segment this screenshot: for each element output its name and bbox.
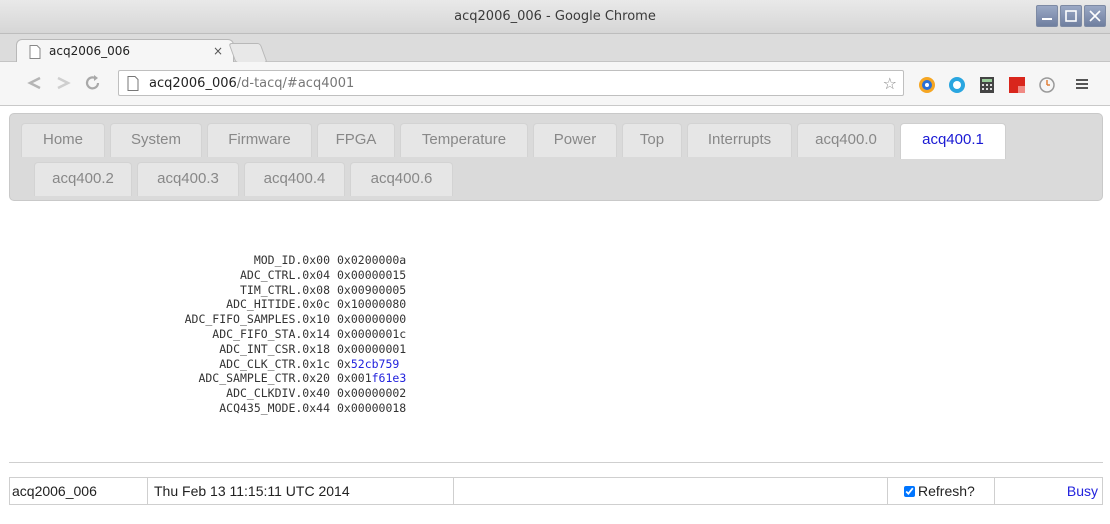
status-host: acq2006_006 xyxy=(10,478,148,504)
tab-acq400-2[interactable]: acq400.2 xyxy=(34,162,132,196)
refresh-checkbox[interactable] xyxy=(904,486,915,497)
register-name: TIM_CTRL.0x08 xyxy=(239,282,330,297)
register-value: 0x00000018 xyxy=(337,400,407,415)
minimize-icon xyxy=(1042,18,1052,20)
window-titlebar: acq2006_006 - Google Chrome xyxy=(0,0,1110,34)
address-bar[interactable]: acq2006_006/d-tacq/#acq4001 ☆ xyxy=(118,70,904,96)
status-datetime: Thu Feb 13 11:15:11 UTC 2014 xyxy=(148,478,454,504)
status-bar: acq2006_006 Thu Feb 13 11:15:11 UTC 2014… xyxy=(9,477,1103,505)
status-message xyxy=(454,478,888,504)
register-value: 0x0000001c xyxy=(337,326,407,341)
url-path: /d-tacq/#acq4001 xyxy=(236,76,355,91)
browser-toolbar: acq2006_006/d-tacq/#acq4001 ☆ xyxy=(0,62,1110,106)
browser-tab-strip: acq2006_006 × xyxy=(0,34,1110,63)
tab-firmware[interactable]: Firmware xyxy=(207,123,312,157)
maximize-button[interactable] xyxy=(1060,5,1082,27)
register-name: ADC_INT_CSR.0x18 xyxy=(219,341,330,356)
register-value: 0x52cb759 xyxy=(337,356,400,371)
register-name: MOD_ID.0x00 xyxy=(253,253,330,267)
minimize-button[interactable] xyxy=(1036,5,1058,27)
register-row: ADC_FIFO_SAMPLES.0x10 0x00000000 xyxy=(130,312,407,327)
register-name: ADC_CLK_CTR.0x1c xyxy=(219,356,330,371)
register-row: ACQ435_MODE.0x44 0x00000018 xyxy=(130,401,406,416)
register-value: 0x10000080 xyxy=(337,297,407,312)
register-value: 0x001f61e3 xyxy=(337,371,407,386)
register-row: ADC_INT_CSR.0x18 0x00000001 xyxy=(130,342,406,357)
tab-fpga[interactable]: FPGA xyxy=(317,123,395,157)
register-name: ADC_HITIDE.0x0c xyxy=(226,297,330,312)
register-row: ADC_CLK_CTR.0x1c 0x52cb759 xyxy=(130,357,406,372)
close-icon xyxy=(1089,10,1101,22)
refresh-label: Refresh? xyxy=(918,483,975,499)
register-row: ADC_FIFO_STA.0x14 0x0000001c xyxy=(130,327,406,342)
tab-top[interactable]: Top xyxy=(622,123,682,157)
register-row: ADC_HITIDE.0x0c 0x10000080 xyxy=(130,297,406,312)
forward-icon[interactable] xyxy=(54,74,74,92)
nav-tabs-bar: Home System Firmware FPGA Temperature Po… xyxy=(9,113,1103,201)
browser-tab-title: acq2006_006 xyxy=(49,44,131,58)
busy-indicator: Busy xyxy=(1066,483,1098,499)
tab-home[interactable]: Home xyxy=(21,123,105,157)
calculator-icon[interactable] xyxy=(978,76,996,94)
tab-system[interactable]: System xyxy=(110,123,202,157)
url-text: acq2006_006/d-tacq/#acq4001 xyxy=(149,76,354,91)
register-value: 0x00000015 xyxy=(337,267,407,282)
register-name: ADC_SAMPLE_CTR.0x20 xyxy=(198,371,330,386)
content-divider xyxy=(9,462,1103,463)
window-controls xyxy=(1036,5,1106,27)
timer-icon[interactable] xyxy=(1038,76,1056,94)
tab-acq400-4[interactable]: acq400.4 xyxy=(244,162,345,196)
register-row: ADC_CTRL.0x04 0x00000015 xyxy=(130,268,406,283)
tab-interrupts[interactable]: Interrupts xyxy=(687,123,792,157)
menu-icon[interactable] xyxy=(1074,76,1090,92)
refresh-toggle[interactable]: Refresh? xyxy=(888,478,995,504)
register-row: MOD_ID.0x00 0x0200000a xyxy=(130,253,406,268)
extension-skype-icon[interactable] xyxy=(948,76,966,94)
page-icon xyxy=(29,45,41,59)
register-name: ADC_CTRL.0x04 xyxy=(239,267,330,282)
register-value: 0x0200000a xyxy=(337,253,407,267)
tab-acq400-6[interactable]: acq400.6 xyxy=(350,162,453,196)
extension-red-icon[interactable] xyxy=(1008,76,1026,94)
register-name: ADC_FIFO_SAMPLES.0x10 xyxy=(184,312,330,327)
tab-close-icon[interactable]: × xyxy=(213,44,223,58)
bookmark-star-icon[interactable]: ☆ xyxy=(883,74,897,93)
register-name: ADC_CLKDIV.0x40 xyxy=(226,386,330,401)
register-value: 0x00900005 xyxy=(337,282,407,297)
register-row: ADC_SAMPLE_CTR.0x20 0x001f61e3 xyxy=(130,371,406,386)
tab-acq400-3[interactable]: acq400.3 xyxy=(137,162,239,196)
register-name: ACQ435_MODE.0x44 xyxy=(219,400,330,415)
reload-icon[interactable] xyxy=(84,74,102,92)
page-icon xyxy=(127,76,139,91)
window-title: acq2006_006 - Google Chrome xyxy=(454,9,656,24)
register-value: 0x00000000 xyxy=(337,312,407,327)
maximize-icon xyxy=(1065,10,1077,22)
extension-clock-icon[interactable] xyxy=(918,76,936,94)
page-content: Home System Firmware FPGA Temperature Po… xyxy=(0,106,1110,524)
tab-acq400-1[interactable]: acq400.1 xyxy=(900,123,1006,159)
browser-tab[interactable]: acq2006_006 × xyxy=(16,39,234,63)
register-row: ADC_CLKDIV.0x40 0x00000002 xyxy=(130,386,406,401)
register-row: TIM_CTRL.0x08 0x00900005 xyxy=(130,283,406,298)
tab-power[interactable]: Power xyxy=(533,123,617,157)
register-name: ADC_FIFO_STA.0x14 xyxy=(212,326,330,341)
new-tab-button[interactable] xyxy=(228,43,268,63)
url-host: acq2006_006 xyxy=(149,76,237,91)
close-window-button[interactable] xyxy=(1084,5,1106,27)
register-value: 0x00000001 xyxy=(337,341,407,356)
register-table: MOD_ID.0x00 0x0200000a ADC_CTRL.0x04 0x000… xyxy=(130,253,407,416)
tab-acq400-0[interactable]: acq400.0 xyxy=(797,123,895,157)
register-value: 0x00000002 xyxy=(337,386,407,401)
back-icon[interactable] xyxy=(24,74,44,92)
tab-temperature[interactable]: Temperature xyxy=(400,123,528,157)
